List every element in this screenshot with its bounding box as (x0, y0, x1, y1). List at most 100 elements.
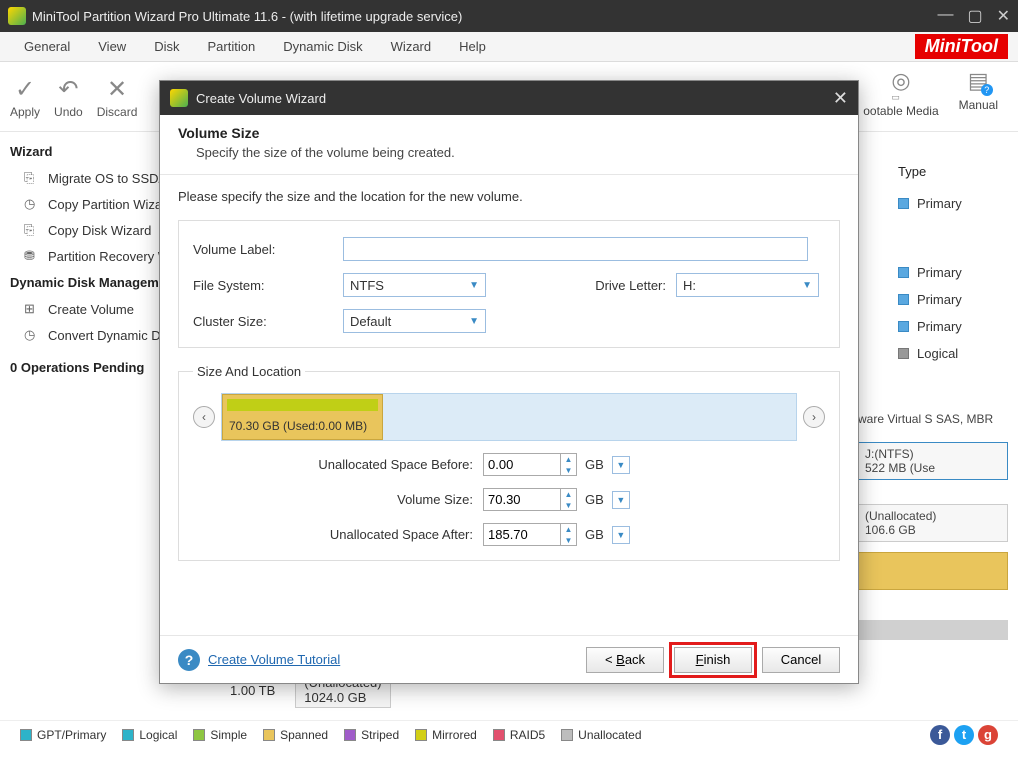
google-plus-icon[interactable]: g (978, 725, 998, 745)
type-row: Primary (898, 190, 998, 217)
legend-swatch (122, 729, 134, 741)
partition-block-j[interactable]: J:(NTFS) 522 MB (Use (858, 442, 1008, 480)
chevron-down-icon: ▼ (802, 280, 812, 291)
menu-dynamic-disk[interactable]: Dynamic Disk (269, 39, 376, 54)
label-volume-label: Volume Label: (193, 242, 343, 257)
legend-swatch (263, 729, 275, 741)
file-system-select[interactable]: NTFS▼ (343, 273, 486, 297)
legend-item: GPT/Primary (20, 728, 106, 742)
menu-partition[interactable]: Partition (193, 39, 269, 54)
dialog-close-button[interactable]: ✕ (833, 88, 848, 109)
menu-help[interactable]: Help (445, 39, 500, 54)
legend-item: Logical (122, 728, 177, 742)
space-after-input[interactable] (483, 523, 561, 546)
partition-type-list: Primary Primary Primary Primary Logical (898, 190, 998, 367)
menu-view[interactable]: View (84, 39, 140, 54)
back-button[interactable]: < Back (586, 647, 664, 673)
dialog-instruction: Please specify the size and the location… (178, 189, 840, 204)
convert-icon: ◷ (24, 327, 40, 343)
up-icon: ▲ (561, 489, 576, 500)
space-before-stepper[interactable]: ▲▼ (561, 453, 577, 476)
used-segment-label: 70.30 GB (Used:0.00 MB) (229, 419, 367, 433)
finish-button[interactable]: Finish (674, 647, 752, 673)
type-row: Primary (898, 286, 998, 313)
help-icon[interactable]: ? (178, 649, 200, 671)
label-space-after: Unallocated Space After: (193, 527, 483, 542)
maximize-button[interactable]: ▢ (967, 6, 982, 26)
label-volume-size: Volume Size: (193, 492, 483, 507)
unit-label: GB (585, 492, 604, 507)
legend-swatch (344, 729, 356, 741)
label-file-system: File System: (193, 278, 343, 293)
space-before-input[interactable] (483, 453, 561, 476)
copy-partition-icon: ◷ (24, 196, 40, 212)
legend-bar: GPT/PrimaryLogicalSimpleSpannedStripedMi… (0, 720, 1018, 748)
unit-select[interactable]: ▼ (612, 456, 630, 474)
size-location-legend: Size And Location (193, 364, 305, 379)
partition-block-unallocated[interactable]: (Unallocated) 106.6 GB (858, 504, 1008, 542)
legend-label: GPT/Primary (37, 728, 106, 742)
type-row: Logical (898, 340, 998, 367)
social-icons: f t g (930, 725, 998, 745)
cluster-size-select[interactable]: Default▼ (343, 309, 486, 333)
size-bar[interactable]: 70.30 GB (Used:0.00 MB) (221, 393, 797, 441)
type-row: Primary (898, 259, 998, 286)
create-volume-icon: ⊞ (24, 301, 40, 317)
size-prev-button[interactable]: ‹ (193, 406, 215, 428)
legend-item: Spanned (263, 728, 328, 742)
check-icon: ✓ (15, 75, 35, 105)
apply-button[interactable]: ✓Apply (10, 75, 40, 119)
dialog-subheading: Specify the size of the volume being cre… (178, 145, 840, 160)
bootable-media-button[interactable]: ◎▭ootable Media (853, 62, 948, 132)
size-location-group: Size And Location ‹ 70.30 GB (Used:0.00 … (178, 364, 840, 561)
dialog-titlebar: Create Volume Wizard ✕ (160, 81, 858, 115)
menu-disk[interactable]: Disk (140, 39, 193, 54)
copy-disk-icon: ⎘ (24, 222, 40, 238)
minimize-button[interactable]: — (937, 6, 953, 26)
menu-general[interactable]: General (10, 39, 84, 54)
unit-select[interactable]: ▼ (612, 491, 630, 509)
primary-icon (898, 321, 909, 332)
facebook-icon[interactable]: f (930, 725, 950, 745)
dialog-title: Create Volume Wizard (196, 91, 326, 106)
tutorial-link[interactable]: Create Volume Tutorial (208, 652, 340, 667)
label-space-before: Unallocated Space Before: (193, 457, 483, 472)
spanned-block[interactable] (858, 552, 1008, 590)
manual-button[interactable]: ▤?Manual (949, 62, 1008, 132)
cancel-button[interactable]: Cancel (762, 647, 840, 673)
undo-button[interactable]: ↶Undo (54, 75, 83, 119)
volume-size-stepper[interactable]: ▲▼ (561, 488, 577, 511)
disk-info-fragment: ware Virtual S SAS, MBR J:(NTFS) 522 MB … (858, 412, 1008, 640)
legend-label: RAID5 (510, 728, 545, 742)
down-icon: ▼ (561, 535, 576, 546)
used-segment[interactable]: 70.30 GB (Used:0.00 MB) (222, 394, 383, 440)
volume-size-input[interactable] (483, 488, 561, 511)
window-titlebar: MiniTool Partition Wizard Pro Ultimate 1… (0, 0, 1018, 32)
chevron-down-icon: ▼ (469, 280, 479, 291)
legend-item: Simple (193, 728, 247, 742)
legend-item: Unallocated (561, 728, 641, 742)
dialog-icon (170, 89, 188, 107)
down-icon: ▼ (561, 465, 576, 476)
menu-wizard[interactable]: Wizard (377, 39, 445, 54)
drive-letter-select[interactable]: H:▼ (676, 273, 819, 297)
unit-select[interactable]: ▼ (612, 526, 630, 544)
twitter-icon[interactable]: t (954, 725, 974, 745)
logical-icon (898, 348, 909, 359)
help-badge-icon: ? (981, 84, 993, 96)
legend-swatch (20, 729, 32, 741)
chevron-down-icon: ▼ (469, 316, 479, 327)
book-icon: ▤? (968, 68, 989, 94)
dialog-footer: ? Create Volume Tutorial < Back Finish C… (160, 635, 858, 683)
volume-label-input[interactable] (343, 237, 808, 261)
size-next-button[interactable]: › (803, 406, 825, 428)
volume-settings-group: Volume Label: File System: NTFS▼ Drive L… (178, 220, 840, 348)
legend-swatch (193, 729, 205, 741)
discard-button[interactable]: ✕Discard (97, 75, 138, 119)
up-icon: ▲ (561, 524, 576, 535)
window-title: MiniTool Partition Wizard Pro Ultimate 1… (32, 9, 937, 24)
close-window-button[interactable]: ✕ (997, 6, 1010, 26)
label-drive-letter: Drive Letter: (576, 278, 666, 293)
unallocated-block[interactable] (858, 620, 1008, 640)
space-after-stepper[interactable]: ▲▼ (561, 523, 577, 546)
